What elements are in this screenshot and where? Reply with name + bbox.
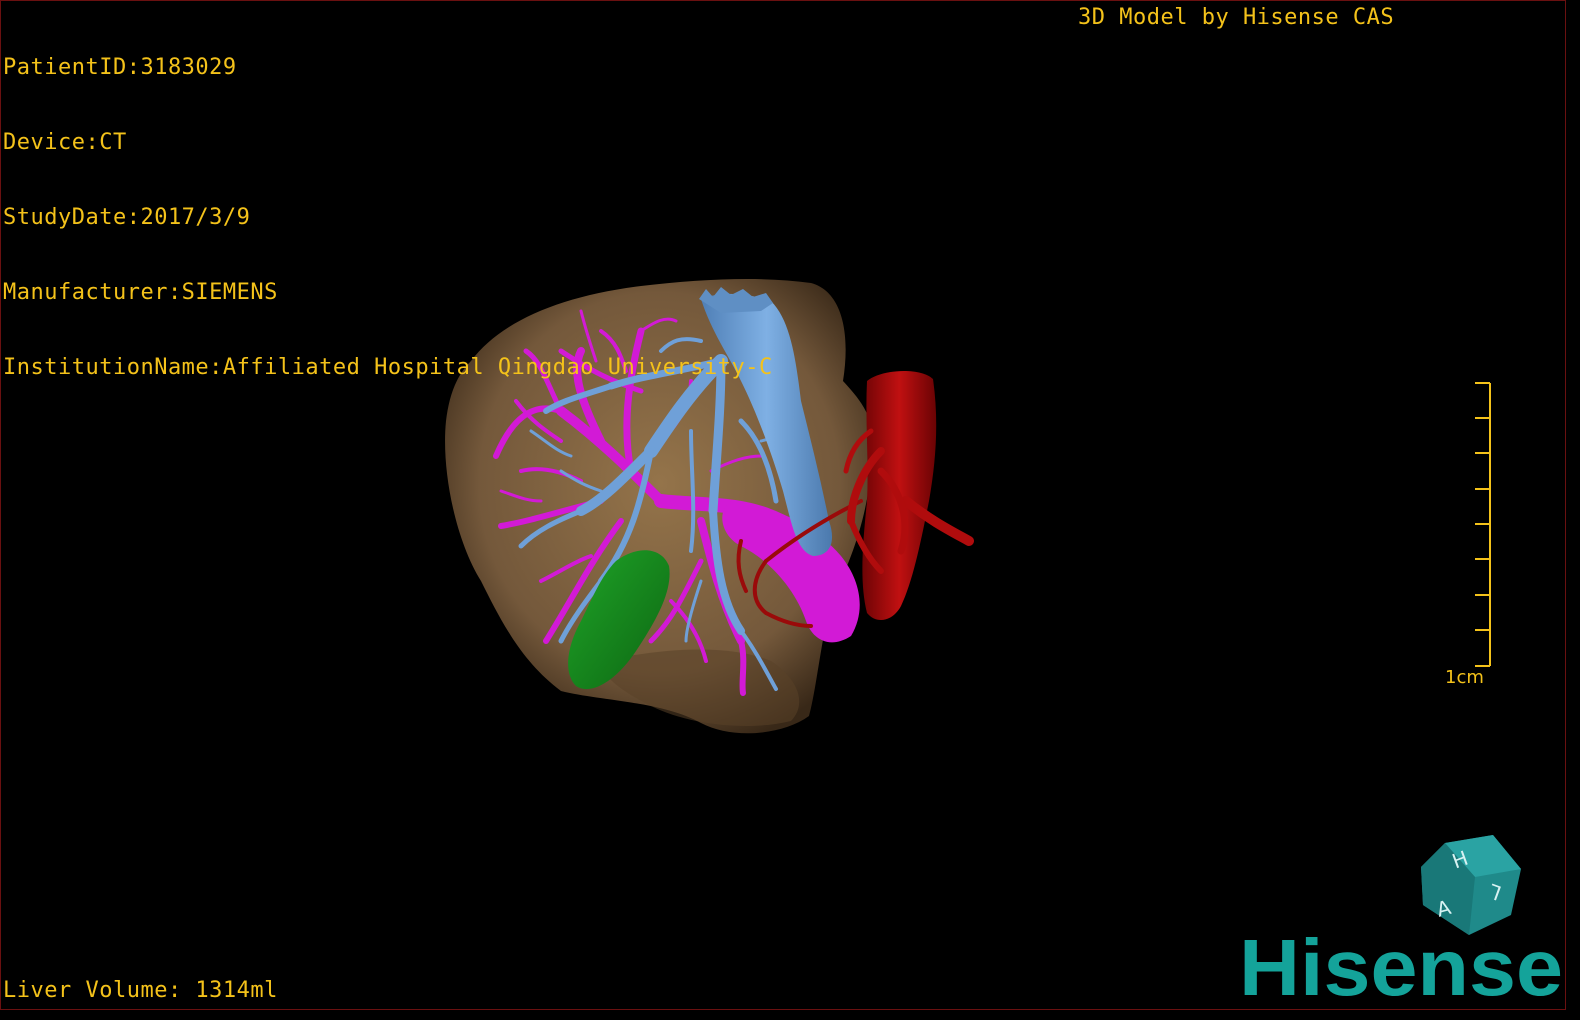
hisense-logo: Hisense — [1239, 929, 1563, 1005]
3d-viewport[interactable]: PatientID:3183029 Device:CT StudyDate:20… — [0, 0, 1566, 1010]
patient-id: PatientID:3183029 — [3, 55, 237, 80]
study-date: StudyDate:2017/3/9 — [3, 205, 251, 230]
model-caption: 3D Model by Hisense CAS — [1078, 5, 1395, 30]
institution-name: InstitutionName:Affiliated Hospital Qing… — [3, 355, 773, 380]
device: Device:CT — [3, 130, 127, 155]
liver-volume: Liver Volume: 1314ml — [3, 978, 278, 1003]
patient-info: PatientID:3183029 Device:CT StudyDate:20… — [3, 5, 773, 430]
liver-lobe-shadow — [601, 649, 800, 726]
scale-label: 1cm — [1445, 667, 1484, 688]
manufacturer: Manufacturer:SIEMENS — [3, 280, 278, 305]
scale-bar — [1475, 382, 1491, 667]
orientation-cube-icon[interactable]: H A L — [1415, 831, 1525, 941]
logo-text: Hisense — [1239, 929, 1563, 1005]
